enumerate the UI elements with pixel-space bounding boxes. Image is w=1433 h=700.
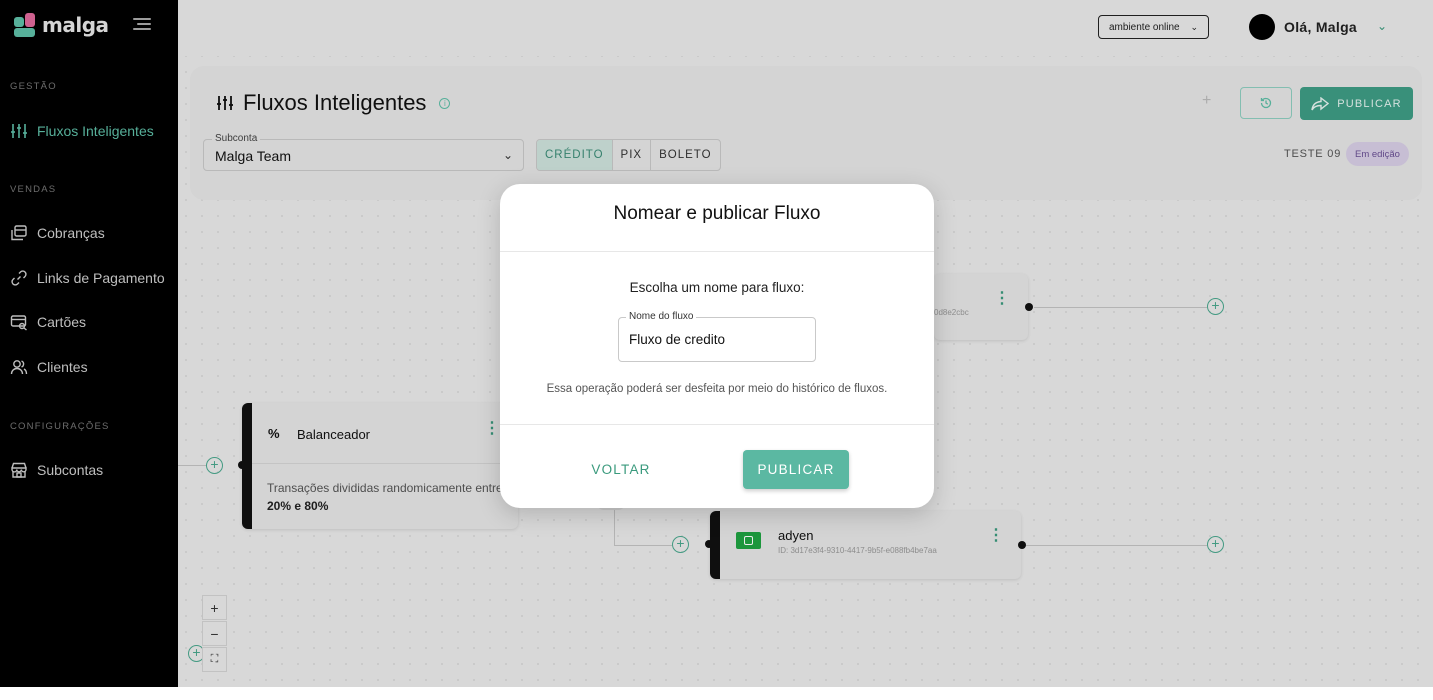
confirm-publish-button[interactable]: PUBLICAR [743, 450, 849, 489]
modal-prompt: Escolha um nome para fluxo: [629, 280, 805, 295]
modal-note: Essa operação poderá ser desfeita por me… [546, 383, 888, 395]
divider [500, 251, 934, 252]
flow-name-input[interactable] [629, 332, 799, 347]
flow-name-field-label: Nome do fluxo [626, 311, 697, 322]
publish-flow-modal: Nomear e publicar Fluxo Escolha um nome … [500, 184, 934, 508]
flow-name-field[interactable]: Nome do fluxo [618, 311, 816, 362]
modal-title: Nomear e publicar Fluxo [613, 203, 821, 224]
back-button[interactable]: VOLTAR [578, 450, 664, 488]
divider [500, 424, 934, 425]
